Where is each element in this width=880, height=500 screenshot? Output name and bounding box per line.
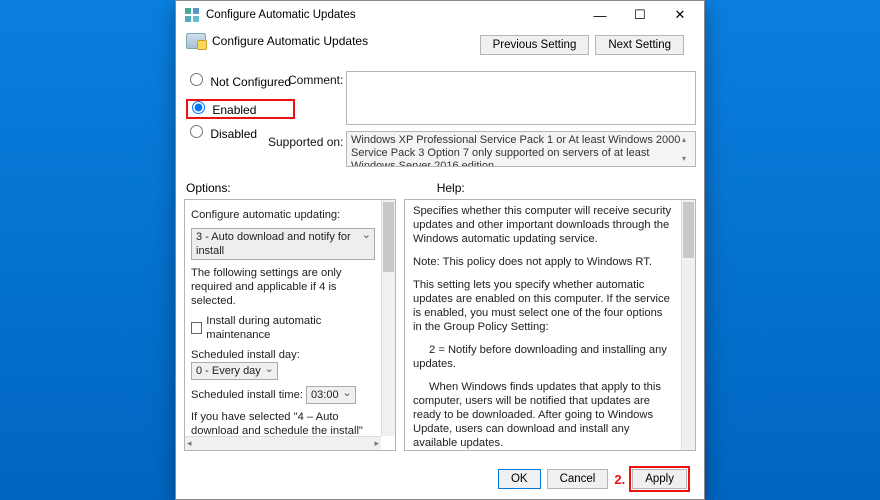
- window-title: Configure Automatic Updates: [206, 9, 356, 21]
- previous-setting-button[interactable]: Previous Setting: [480, 35, 590, 55]
- nav-buttons: Previous Setting Next Setting: [480, 35, 684, 55]
- titlebar[interactable]: Configure Automatic Updates — ☐ ✕: [176, 1, 704, 29]
- help-p5: When Windows finds updates that apply to…: [413, 380, 673, 450]
- radio-input-not-configured[interactable]: [190, 73, 203, 86]
- policy-icon: [184, 7, 200, 23]
- cancel-button[interactable]: Cancel: [547, 469, 609, 489]
- minimize-button[interactable]: —: [580, 2, 620, 28]
- options-pane: Configure automatic updating: 3 - Auto d…: [184, 199, 396, 451]
- help-content: Specifies whether this computer will rec…: [405, 200, 681, 450]
- scheduled-day-combo[interactable]: 0 - Every day: [191, 362, 278, 380]
- radio-not-configured[interactable]: Not Configured: [186, 73, 295, 93]
- pane-headers: Options: Help:: [186, 181, 694, 195]
- radio-input-enabled[interactable]: [192, 101, 205, 114]
- supported-on-label: Supported on:: [268, 135, 343, 149]
- radio-enabled[interactable]: Enabled: [186, 99, 295, 119]
- options-header: Options:: [186, 181, 231, 195]
- maximize-button[interactable]: ☐: [620, 2, 660, 28]
- comment-label: Comment:: [288, 73, 343, 87]
- checkbox-install-maintenance[interactable]: [191, 322, 202, 334]
- radio-label: Enabled: [212, 103, 256, 117]
- scheduled-day-label: Scheduled install day:: [191, 349, 300, 361]
- scheduled-time-label: Scheduled install time:: [191, 389, 303, 401]
- help-pane: Specifies whether this computer will rec…: [404, 199, 696, 451]
- scheduled-time-combo[interactable]: 03:00: [306, 386, 356, 404]
- install-maintenance-label: Install during automatic maintenance: [206, 314, 375, 342]
- help-header: Help:: [437, 181, 465, 195]
- policy-card-icon: [186, 33, 206, 49]
- window-controls: — ☐ ✕: [580, 2, 700, 28]
- annotation-2: 2.: [614, 472, 625, 487]
- help-p3: This setting lets you specify whether au…: [413, 278, 673, 334]
- apply-button[interactable]: Apply: [632, 469, 687, 489]
- supported-scrollbar[interactable]: ▴▾: [682, 133, 694, 165]
- options-content: Configure automatic updating: 3 - Auto d…: [185, 200, 381, 436]
- help-p1: Specifies whether this computer will rec…: [413, 204, 673, 246]
- ok-button[interactable]: OK: [498, 469, 541, 489]
- comment-textarea[interactable]: [346, 71, 696, 125]
- options-req-note: The following settings are only required…: [191, 266, 375, 308]
- scheduled-time-row: Scheduled install time: 03:00: [191, 386, 375, 404]
- install-maintenance-row[interactable]: Install during automatic maintenance: [191, 314, 375, 342]
- configure-updating-label: Configure automatic updating:: [191, 208, 375, 222]
- help-p2: Note: This policy does not apply to Wind…: [413, 255, 673, 269]
- gpo-dialog: Configure Automatic Updates — ☐ ✕ Config…: [175, 0, 705, 500]
- option4-para: If you have selected "4 – Auto download …: [191, 410, 375, 436]
- options-hscrollbar[interactable]: ◂▸: [185, 436, 381, 450]
- help-p4: 2 = Notify before downloading and instal…: [413, 343, 673, 371]
- dialog-footer: OK Cancel 2. Apply: [176, 459, 704, 499]
- supported-on-box: Windows XP Professional Service Pack 1 o…: [346, 131, 696, 167]
- help-vscrollbar[interactable]: [681, 200, 695, 450]
- configure-updating-combo[interactable]: 3 - Auto download and notify for install: [191, 228, 375, 260]
- radio-input-disabled[interactable]: [190, 125, 203, 138]
- apply-button-highlight: Apply: [629, 466, 690, 492]
- next-setting-button[interactable]: Next Setting: [595, 35, 684, 55]
- radio-label: Not Configured: [210, 75, 291, 89]
- close-button[interactable]: ✕: [660, 2, 700, 28]
- policy-subtitle: Configure Automatic Updates: [212, 34, 368, 48]
- scheduled-day-row: Scheduled install day: 0 - Every day: [191, 348, 375, 380]
- radio-label: Disabled: [210, 127, 257, 141]
- supported-on-text: Windows XP Professional Service Pack 1 o…: [351, 134, 680, 167]
- options-vscrollbar[interactable]: [381, 200, 395, 436]
